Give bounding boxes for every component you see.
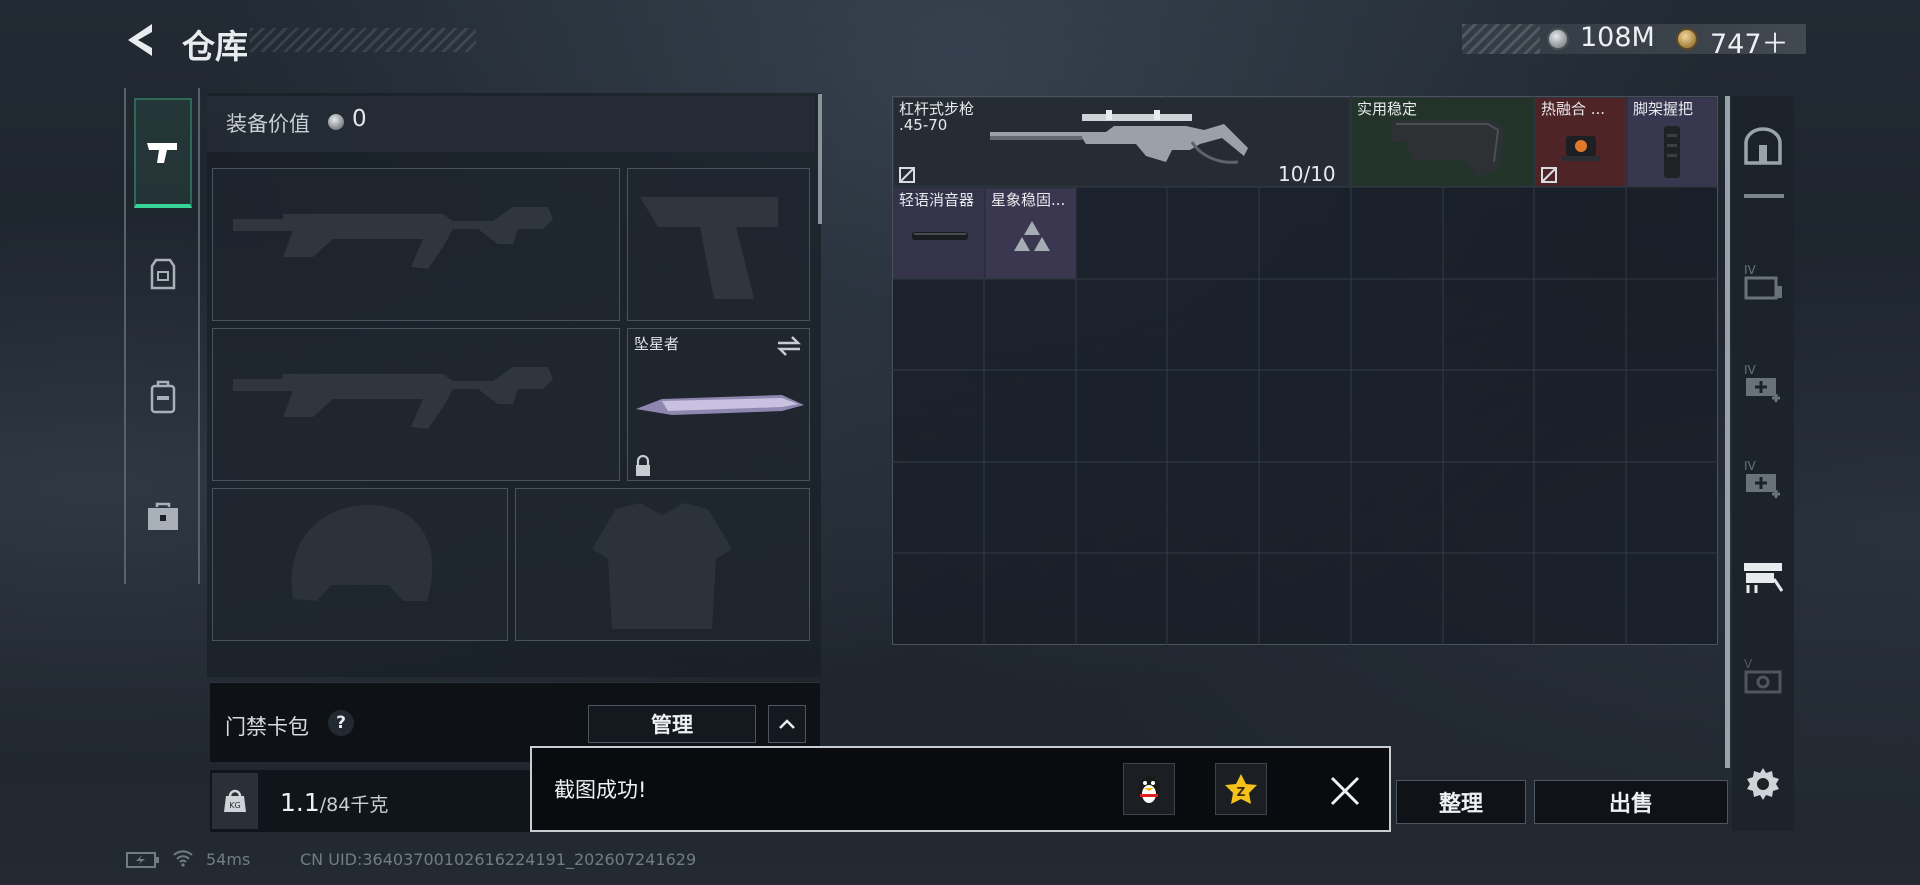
helmet-silhouette-icon xyxy=(291,504,433,601)
tab-gear[interactable] xyxy=(134,220,192,330)
currency-stripe xyxy=(1462,24,1540,54)
filter-attachments[interactable] xyxy=(1742,556,1784,598)
close-icon[interactable] xyxy=(1326,772,1364,810)
no-insure-icon xyxy=(899,167,915,183)
filter-valuables-v[interactable]: V xyxy=(1742,654,1784,696)
qq-penguin-icon xyxy=(1138,776,1160,804)
sort-button[interactable]: 整理 xyxy=(1396,780,1526,824)
expand-button[interactable] xyxy=(768,705,806,743)
item-lever-action-rifle[interactable]: 杠杆式步枪 .45-70 10/10 xyxy=(893,97,1350,187)
chevron-up-icon xyxy=(779,719,795,729)
gold-coin-icon xyxy=(1676,28,1698,50)
uid-readout: CN UID:3640370010261622419​1_20260724162… xyxy=(300,850,697,869)
suppressor-icon xyxy=(912,232,968,240)
back-arrow-icon[interactable] xyxy=(122,20,158,60)
item-constellation-stabilizer[interactable]: 星象稳固... xyxy=(985,188,1076,279)
filter-medical-iv-a[interactable]: IV xyxy=(1742,360,1784,402)
vest-icon xyxy=(150,258,176,290)
item-count: 10/10 xyxy=(1278,162,1336,186)
medkit-iv-icon: IV xyxy=(1744,459,1780,498)
toolbox-icon xyxy=(148,502,178,530)
item-utility-stock[interactable]: 实用稳定 xyxy=(1351,97,1534,187)
filter-divider xyxy=(1744,194,1784,198)
lever-rifle-icon xyxy=(990,110,1248,164)
share-qq-button[interactable] xyxy=(1123,763,1175,815)
help-icon[interactable]: ? xyxy=(328,710,354,736)
settings-button[interactable] xyxy=(1742,763,1784,805)
lock-icon xyxy=(636,455,650,476)
equipment-value-label: 装备价值 xyxy=(226,112,310,136)
no-insure-icon xyxy=(1541,167,1557,183)
weight-icon-box: KG xyxy=(212,773,258,829)
equipment-scrollbar[interactable] xyxy=(818,94,822,224)
warehouse-scrollbar[interactable] xyxy=(1725,96,1730,768)
attachments-icon xyxy=(1744,563,1784,593)
tab-backpack[interactable] xyxy=(134,342,192,452)
pistol-icon xyxy=(147,143,177,163)
item-whisper-suppressor[interactable]: 轻语消音器 xyxy=(893,188,984,279)
rifle-silhouette-icon xyxy=(233,207,553,269)
share-qzone-button[interactable]: Z xyxy=(1215,763,1267,815)
storage-iv-icon: IV xyxy=(1744,263,1782,300)
svg-text:Z: Z xyxy=(1237,785,1246,799)
item-bipod-grip[interactable]: 脚架握把 xyxy=(1627,97,1717,187)
item-name: 脚架握把 xyxy=(1633,100,1694,118)
body-armor-slot[interactable] xyxy=(515,488,810,641)
medkit-iv-icon: IV xyxy=(1744,363,1780,402)
triangle-emblem-icon xyxy=(1014,221,1050,251)
weight-current: 1.1 xyxy=(280,788,320,817)
pistol-silhouette-icon xyxy=(640,197,778,299)
weight-readout: 1.1/84千克 xyxy=(280,788,388,817)
knife-icon xyxy=(636,395,804,415)
sell-button[interactable]: 出售 xyxy=(1534,780,1728,824)
ping-readout: 54ms xyxy=(206,850,251,869)
filter-all[interactable] xyxy=(1742,126,1784,168)
melee-slot[interactable]: 坠星者 xyxy=(627,328,810,481)
silver-coin-icon xyxy=(1547,28,1569,50)
primary-weapon-slot-1[interactable] xyxy=(212,168,620,321)
grip-icon xyxy=(1664,126,1680,178)
helmet-slot[interactable] xyxy=(212,488,508,641)
tab-weapons[interactable] xyxy=(134,98,192,208)
item-name: 杠杆式步枪 .45-70 xyxy=(899,100,975,134)
backpack-icon xyxy=(150,380,176,414)
gold-currency-amount[interactable]: 747＋ xyxy=(1710,22,1789,61)
filter-medical-iv-b[interactable]: IV xyxy=(1742,456,1784,498)
item-name: 热融合 ... xyxy=(1541,100,1606,118)
rifle-silhouette-icon xyxy=(233,367,553,429)
weight-max: /84千克 xyxy=(319,794,389,816)
item-name: 星象稳固... xyxy=(991,191,1066,209)
gear-icon xyxy=(1747,768,1779,800)
sidearm-slot[interactable] xyxy=(627,168,810,321)
access-card-pack-label: 门禁卡包 xyxy=(225,715,309,739)
sight-icon xyxy=(1562,136,1600,161)
silver-currency-amount: 108M xyxy=(1580,22,1655,53)
svg-text:IV: IV xyxy=(1744,363,1757,377)
title-stripe xyxy=(250,28,476,52)
battery-icon xyxy=(126,852,159,868)
stock-icon xyxy=(1392,120,1504,178)
toast-message: 截图成功! xyxy=(554,778,647,802)
manage-button[interactable]: 管理 xyxy=(588,705,756,743)
armor-silhouette-icon xyxy=(592,503,732,629)
valuables-v-icon: V xyxy=(1744,657,1782,694)
filter-storage-iv[interactable]: IV xyxy=(1742,260,1784,302)
item-name: 轻语消音器 xyxy=(899,191,975,209)
primary-weapon-slot-2[interactable] xyxy=(212,328,620,481)
equipment-value: 0 xyxy=(352,106,367,132)
svg-text:KG: KG xyxy=(229,801,240,810)
tab-supplies[interactable] xyxy=(134,462,192,572)
svg-text:IV: IV xyxy=(1744,459,1757,473)
weight-icon: KG xyxy=(224,789,246,812)
safe-box-icon xyxy=(1744,127,1782,165)
melee-slot-name: 坠星者 xyxy=(634,335,680,353)
swap-icon[interactable] xyxy=(776,335,802,357)
page-title: 仓库 xyxy=(182,27,248,66)
svg-text:IV: IV xyxy=(1744,263,1757,277)
qzone-star-icon: Z xyxy=(1225,774,1257,804)
wifi-icon xyxy=(173,850,193,867)
item-thermal-fusion-sight[interactable]: 热融合 ... xyxy=(1535,97,1626,187)
silver-coin-icon xyxy=(328,114,344,130)
svg-text:V: V xyxy=(1744,657,1753,671)
